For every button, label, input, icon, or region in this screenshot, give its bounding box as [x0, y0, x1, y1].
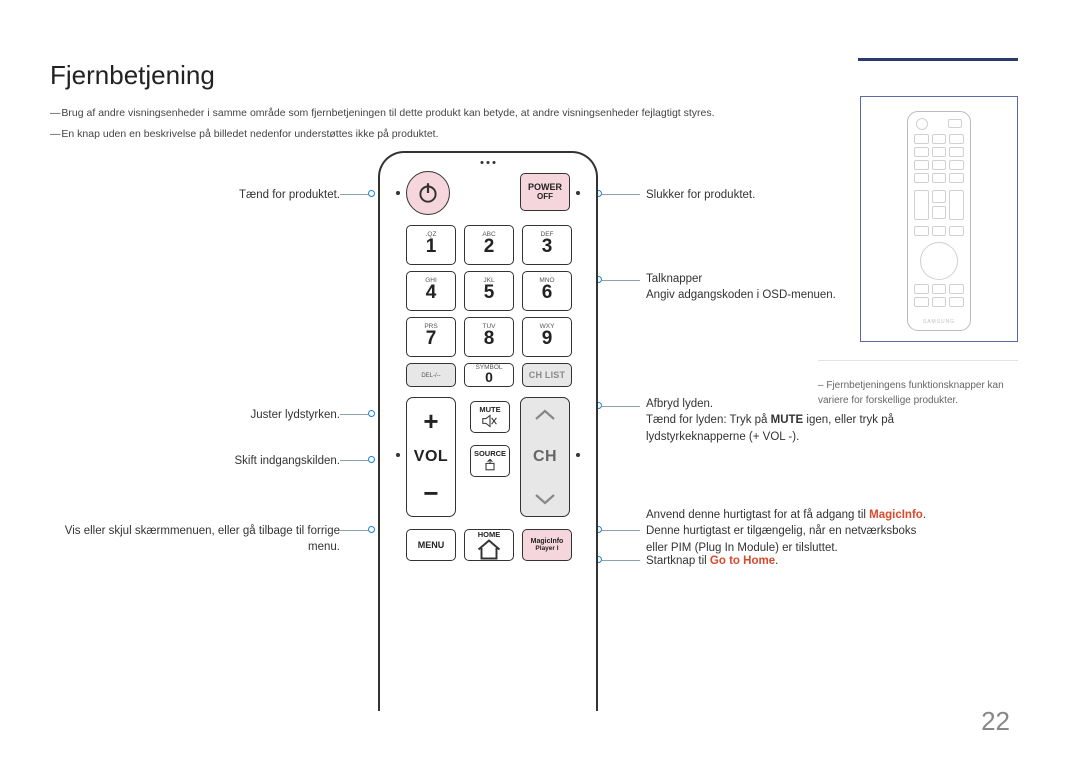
key-9: WXY9 [522, 317, 572, 357]
leader-line [340, 530, 368, 531]
num-row-2: GHI4 JKL5 MNO6 [406, 271, 572, 311]
key-del: DEL-/-- [406, 363, 456, 387]
label-magicinfo: Anvend denne hurtigtast for at få adgang… [646, 507, 926, 557]
power-off-button: POWER OFF [520, 173, 570, 211]
mini-bottom [914, 284, 964, 307]
leader-line [602, 560, 640, 561]
remote-illustration: POWER OFF .QZ1 ABC2 DEF3 GHI4 JKL5 MNO6 … [378, 151, 598, 711]
mini-numpad [914, 134, 964, 183]
key-3: DEF3 [522, 225, 572, 265]
label-volume: Juster lydstyrken. [50, 407, 340, 424]
leader-dot [368, 456, 375, 463]
volume-rocker: + VOL − [406, 397, 456, 517]
source-button: SOURCE [470, 445, 510, 477]
key-6: MNO6 [522, 271, 572, 311]
label-menu: Vis eller skjul skærmmenuen, eller gå ti… [50, 523, 340, 556]
leader-dot [368, 190, 375, 197]
side-rule [818, 360, 1018, 361]
hole [576, 453, 580, 457]
leader-line [340, 414, 368, 415]
page-number: 22 [981, 706, 1010, 737]
vol-up-icon: + [423, 408, 438, 434]
vol-down-icon: − [423, 480, 438, 506]
hole [396, 191, 400, 195]
mini-rockers [914, 190, 964, 220]
mute-button: MUTE [470, 401, 510, 433]
key-4: GHI4 [406, 271, 456, 311]
key-1: .QZ1 [406, 225, 456, 265]
text: . [775, 555, 778, 567]
leader-line [340, 194, 368, 195]
home-button: HOME [464, 529, 514, 561]
text: Talknapper [646, 273, 702, 285]
text: Angiv adgangskoden i OSD-menuen. [646, 289, 836, 301]
leader-line [602, 406, 640, 407]
text: VOL [414, 448, 448, 466]
page: Fjernbetjening Brug af andre visningsenh… [0, 0, 1080, 763]
num-row-4: DEL-/-- SYMBOL0 CH LIST [406, 363, 572, 387]
home-icon [474, 539, 504, 560]
mid-column: MUTE SOURCE [470, 401, 510, 477]
text: Startknap til [646, 555, 710, 567]
chevron-up-icon [533, 408, 557, 422]
power-icon [415, 180, 441, 206]
mini-power [916, 118, 928, 130]
leader-line [602, 280, 640, 281]
mini-brand: SAMSUNG [908, 319, 970, 325]
power-on-button [406, 171, 450, 215]
label-source: Skift indgangskilden. [50, 453, 340, 470]
text: MagicInfo [869, 509, 923, 521]
source-icon [482, 458, 498, 472]
mute-icon [482, 414, 498, 428]
key-2: ABC2 [464, 225, 514, 265]
header-rule [858, 58, 1018, 61]
text: MUTE [771, 414, 804, 426]
menu-button: MENU [406, 529, 456, 561]
num-row-1: .QZ1 ABC2 DEF3 [406, 225, 572, 265]
ir-leds [481, 161, 496, 164]
menu-row: MENU HOME MagicInfo Player I [406, 529, 572, 561]
page-title: Fjernbetjening [50, 60, 1010, 91]
leader-dot [368, 526, 375, 533]
text: CH [533, 448, 557, 466]
mini-remote: SAMSUNG [907, 111, 971, 331]
leader-line [340, 460, 368, 461]
leader-line [602, 530, 640, 531]
text: Tænd for lyden: Tryk på [646, 414, 771, 426]
key-7: PRS7 [406, 317, 456, 357]
channel-rocker: CH [520, 397, 570, 517]
num-row-3: PRS7 TUV8 WXY9 [406, 317, 572, 357]
mini-poff [948, 119, 962, 128]
label-home: Startknap til Go to Home. [646, 553, 926, 570]
thumbnail-box: SAMSUNG [860, 96, 1018, 342]
leader-dot [368, 410, 375, 417]
chevron-down-icon [533, 492, 557, 506]
text: Afbryd lyden. [646, 398, 713, 410]
leader-line [602, 194, 640, 195]
hole [396, 453, 400, 457]
label-power-on: Tænd for produktet. [50, 187, 340, 204]
text: Go to Home [710, 555, 775, 567]
remote-body: POWER OFF .QZ1 ABC2 DEF3 GHI4 JKL5 MNO6 … [378, 151, 598, 711]
text: OFF [537, 192, 553, 201]
text: Anvend denne hurtigtast for at få adgang… [646, 509, 869, 521]
hole [576, 191, 580, 195]
side-note: Fjernbetjeningens funktionsknapper kan v… [818, 378, 1018, 408]
key-5: JKL5 [464, 271, 514, 311]
mini-dpad [920, 242, 958, 280]
key-0: SYMBOL0 [464, 363, 514, 387]
key-chlist: CH LIST [522, 363, 572, 387]
text: POWER [528, 182, 562, 192]
mini-menu-row [914, 226, 964, 236]
magicinfo-button: MagicInfo Player I [522, 529, 572, 561]
key-8: TUV8 [464, 317, 514, 357]
